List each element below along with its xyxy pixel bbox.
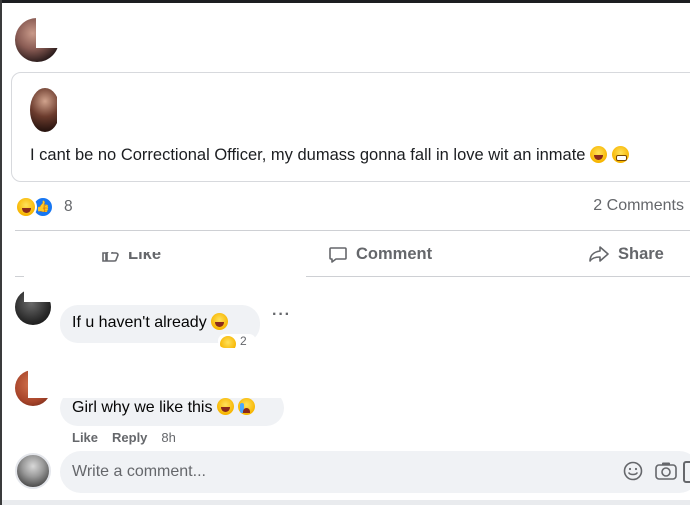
camera-icon[interactable] bbox=[654, 460, 678, 482]
comment-reaction-chip[interactable]: 2 bbox=[218, 334, 256, 348]
comment-like-link[interactable]: Like bbox=[72, 430, 98, 445]
comment-button-label: Comment bbox=[356, 244, 433, 263]
grimace-emoji bbox=[611, 146, 629, 163]
emoji-picker-icon[interactable] bbox=[622, 460, 644, 482]
current-user-avatar[interactable] bbox=[15, 453, 51, 489]
reaction-count: 8 bbox=[64, 198, 73, 215]
comment-meta-row: Like Reply 8h bbox=[72, 430, 176, 445]
window-top-edge bbox=[0, 0, 690, 3]
haha-reaction-icon bbox=[15, 196, 37, 218]
more-options-icon[interactable]: ··· bbox=[272, 306, 291, 324]
redaction-block-comment1 bbox=[24, 268, 306, 302]
share-button-label: Share bbox=[618, 244, 664, 263]
rofl-emoji bbox=[216, 398, 234, 415]
rofl-emoji bbox=[211, 313, 229, 330]
reactions-summary[interactable]: 👍 8 bbox=[15, 196, 73, 218]
window-left-edge bbox=[0, 0, 2, 505]
redaction-block-comment2 bbox=[28, 352, 306, 398]
comment-reaction-count: 2 bbox=[240, 334, 247, 348]
comment-timestamp[interactable]: 8h bbox=[161, 430, 175, 445]
share-arrow-icon bbox=[589, 246, 609, 262]
comment-text: Girl why we like this bbox=[72, 399, 213, 416]
write-comment-input[interactable]: Write a comment... bbox=[60, 451, 690, 493]
window-bottom-edge bbox=[0, 500, 690, 505]
shared-post-text: I cant be no Correctional Officer, my du… bbox=[30, 146, 629, 165]
comments-count-link[interactable]: 2 Comments bbox=[593, 197, 684, 215]
rofl-emoji bbox=[590, 146, 608, 163]
comment-reply-link[interactable]: Reply bbox=[112, 430, 147, 445]
write-comment-placeholder: Write a comment... bbox=[72, 463, 206, 480]
share-button[interactable]: Share bbox=[588, 240, 664, 268]
redaction-block-shared bbox=[57, 73, 307, 133]
gif-icon[interactable] bbox=[683, 461, 690, 483]
comment-bubble-icon bbox=[329, 247, 347, 263]
rofl-reaction-icon bbox=[220, 336, 236, 348]
redaction-block bbox=[36, 8, 306, 48]
shared-post-text-content: I cant be no Correctional Officer, my du… bbox=[30, 146, 586, 164]
divider bbox=[15, 230, 690, 231]
redaction-block-actions bbox=[30, 236, 306, 252]
composer-icons bbox=[622, 460, 678, 482]
comment-text: If u haven't already bbox=[72, 314, 207, 331]
comment-button[interactable]: Comment bbox=[328, 240, 432, 268]
crying-emoji bbox=[238, 398, 256, 415]
shared-post-author-avatar[interactable] bbox=[30, 88, 60, 132]
